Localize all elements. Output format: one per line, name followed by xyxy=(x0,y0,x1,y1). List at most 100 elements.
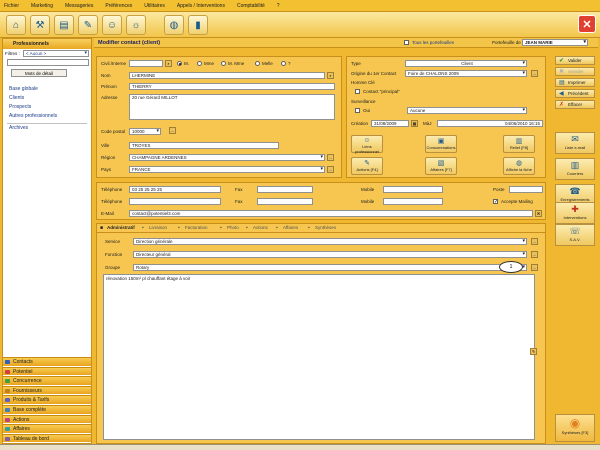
more-button[interactable]: … xyxy=(531,238,538,245)
tools-icon[interactable]: ⚒ xyxy=(30,15,50,35)
more-button[interactable]: … xyxy=(531,264,538,271)
tab-affaires[interactable]: ▪ Affaires xyxy=(275,224,301,232)
menu-help[interactable]: ? xyxy=(277,3,280,9)
tab-photo[interactable]: ▪ Photo xyxy=(219,224,242,232)
tab-livraison[interactable]: ▪ Livraison xyxy=(141,224,170,232)
menu-comptabilite[interactable]: Comptabilité xyxy=(237,3,265,9)
sidebar-item-base-globale[interactable]: Base globale xyxy=(3,85,91,94)
bottom-nav-actions[interactable]: Actions xyxy=(3,414,91,424)
tab-administratif[interactable]: ■ Administratif xyxy=(99,224,138,232)
more-button[interactable]: … xyxy=(327,154,334,161)
relief-button[interactable]: ▥ Relief [F8] xyxy=(503,135,535,153)
sidebar-item-autres[interactable]: Autres professionnels xyxy=(3,112,91,121)
maj-input[interactable]: 04/06/2010 16:15 xyxy=(437,120,543,127)
bottom-nav-tableau-de-bord[interactable]: Tableau de bord xyxy=(3,433,91,443)
tab-actions[interactable]: ▪ Actions xyxy=(245,224,271,232)
menu-messageries[interactable]: Messageries xyxy=(65,3,93,9)
all-portfolios-checkbox[interactable] xyxy=(404,40,409,45)
creation-input[interactable]: 31/08/2009 xyxy=(371,120,409,127)
send-mail-icon[interactable]: ✉ xyxy=(535,210,542,217)
fonction-select[interactable]: Directeur général xyxy=(133,251,527,258)
civility-radio-m-mme[interactable] xyxy=(221,61,226,66)
menu-utilitaires[interactable]: Utilitaires xyxy=(144,3,165,9)
more-button[interactable]: … xyxy=(531,251,538,258)
interventions-button[interactable]: ✚ Interventions xyxy=(555,202,595,224)
edit-icon[interactable]: ✎ xyxy=(78,15,98,35)
sidebar-item-clients[interactable]: Clients xyxy=(3,94,91,103)
home-icon[interactable]: ⌂ xyxy=(6,15,26,35)
annuler-button[interactable]: ✖ Annuler xyxy=(555,67,595,76)
effacer-button[interactable]: ✗ Effacer xyxy=(555,100,595,109)
mobile1-input[interactable] xyxy=(383,186,443,193)
more-button[interactable]: … xyxy=(531,70,538,77)
bottom-nav-produits-tarifs[interactable]: Produits & Tarifs xyxy=(3,395,91,404)
calendar-icon[interactable]: ▦ xyxy=(411,120,418,127)
fax1-input[interactable] xyxy=(257,186,313,193)
fax2-input[interactable] xyxy=(257,198,313,205)
affiche-fiche-button[interactable]: ◍ Affiche la fiche xyxy=(503,157,535,175)
search-icon[interactable]: ⌕ xyxy=(165,60,172,67)
service-select[interactable]: Direction générale xyxy=(133,238,527,245)
surveillance-oui-checkbox[interactable] xyxy=(355,108,360,113)
bottom-nav-fournisseurs[interactable]: Fournisseurs xyxy=(3,385,91,395)
tab-facturation[interactable]: ▪ Facturation xyxy=(177,224,211,232)
civility-radio-unknown[interactable] xyxy=(281,61,286,66)
more-button[interactable]: … xyxy=(327,166,334,173)
affaires-button[interactable]: ▧ Affaires [F7] xyxy=(425,157,457,175)
contact-principal-checkbox[interactable] xyxy=(355,89,360,94)
type-select[interactable]: Client xyxy=(405,60,527,67)
sav-button[interactable]: ☏ S.A.V. xyxy=(555,224,595,246)
keyword-button[interactable]: Mots de détail xyxy=(11,69,67,77)
actions-button[interactable]: ✎ Actions [F4] xyxy=(351,157,383,175)
notes-textarea[interactable]: rénovation 150m² pl chauffant étage à vo… xyxy=(103,274,535,440)
tel1-input[interactable]: 03 25 25 25 25 xyxy=(129,186,221,193)
poste-input[interactable] xyxy=(509,186,543,193)
accepte-mailing-checkbox[interactable]: ✓ xyxy=(493,199,498,205)
filter-select[interactable]: < Aucun > xyxy=(23,50,89,57)
menu-fichier[interactable]: Fichier xyxy=(4,3,19,9)
pays-select[interactable]: FRANCE xyxy=(129,166,325,173)
courriers-button[interactable]: ▥ Courriers xyxy=(555,158,595,180)
bottom-nav-potentiel[interactable]: Potentiel xyxy=(3,366,91,376)
bottom-nav-affaires[interactable]: Affaires xyxy=(3,424,91,433)
mobile2-input[interactable] xyxy=(383,198,443,205)
groupe-select[interactable]: Rotary xyxy=(133,264,527,271)
origine-select[interactable]: Foire de CHALONS 2009 xyxy=(405,70,527,77)
notes-edit-icon[interactable]: ✎ xyxy=(530,348,537,355)
clipboard-icon[interactable]: ▤ xyxy=(54,15,74,35)
portfolio-select[interactable]: JEAN MARIE xyxy=(522,39,588,46)
ville-input[interactable]: TROYES xyxy=(129,142,279,149)
tab-syntheses[interactable]: ▪ Synthèses xyxy=(307,224,339,232)
menu-appels[interactable]: Appels / Interventions xyxy=(177,3,225,9)
globe-icon[interactable]: ◍ xyxy=(164,15,184,35)
civility-radio-m[interactable] xyxy=(177,61,182,66)
lightbulb-icon[interactable]: ☼ xyxy=(126,15,146,35)
filter-search-input[interactable] xyxy=(7,59,89,66)
bottom-nav-concurrence[interactable]: Concurrence xyxy=(3,376,91,385)
cp-select[interactable]: 10000 xyxy=(129,128,161,135)
tel2-input[interactable] xyxy=(129,198,221,205)
surveillance-select[interactable]: Aucune xyxy=(407,107,527,114)
email-input[interactable]: contact@potentiel3.com xyxy=(129,210,533,217)
civility-radio-mme[interactable] xyxy=(197,61,202,66)
users-icon[interactable]: ☺ xyxy=(102,15,122,35)
sidebar-item-archives[interactable]: Archives xyxy=(3,124,91,133)
bottom-nav-base-compl-te[interactable]: Base complète xyxy=(3,405,91,414)
liens-pro-button[interactable]: ☺ Liens professionnel xyxy=(351,135,383,154)
sidebar-item-prospects[interactable]: Prospects xyxy=(3,103,91,112)
prenom-input[interactable]: THIERRY xyxy=(129,83,335,90)
exit-door-icon[interactable]: ▮ xyxy=(188,15,208,35)
imprimer-button[interactable]: ▤ Imprimer xyxy=(555,78,595,87)
more-button[interactable]: … xyxy=(169,127,176,134)
civility-input[interactable] xyxy=(129,60,163,67)
consommations-button[interactable]: ▣ Consommations xyxy=(425,135,457,153)
menu-preferences[interactable]: Préférences xyxy=(105,3,132,9)
bottom-nav-contacts[interactable]: Contacts xyxy=(3,357,91,366)
precedent-button[interactable]: ◀ Précédent xyxy=(555,89,595,98)
menu-marketing[interactable]: Marketing xyxy=(31,3,53,9)
region-select[interactable]: CHAMPAGNE ARDENNES xyxy=(129,154,325,161)
liste-email-button[interactable]: ✉ Liste e-mail xyxy=(555,132,595,154)
civility-radio-melle[interactable] xyxy=(255,61,260,66)
syntheses-button[interactable]: ◉ Synthèses [F3] xyxy=(555,414,595,442)
adresse-input[interactable]: 20 rue Gérard MILLOT xyxy=(129,94,335,120)
